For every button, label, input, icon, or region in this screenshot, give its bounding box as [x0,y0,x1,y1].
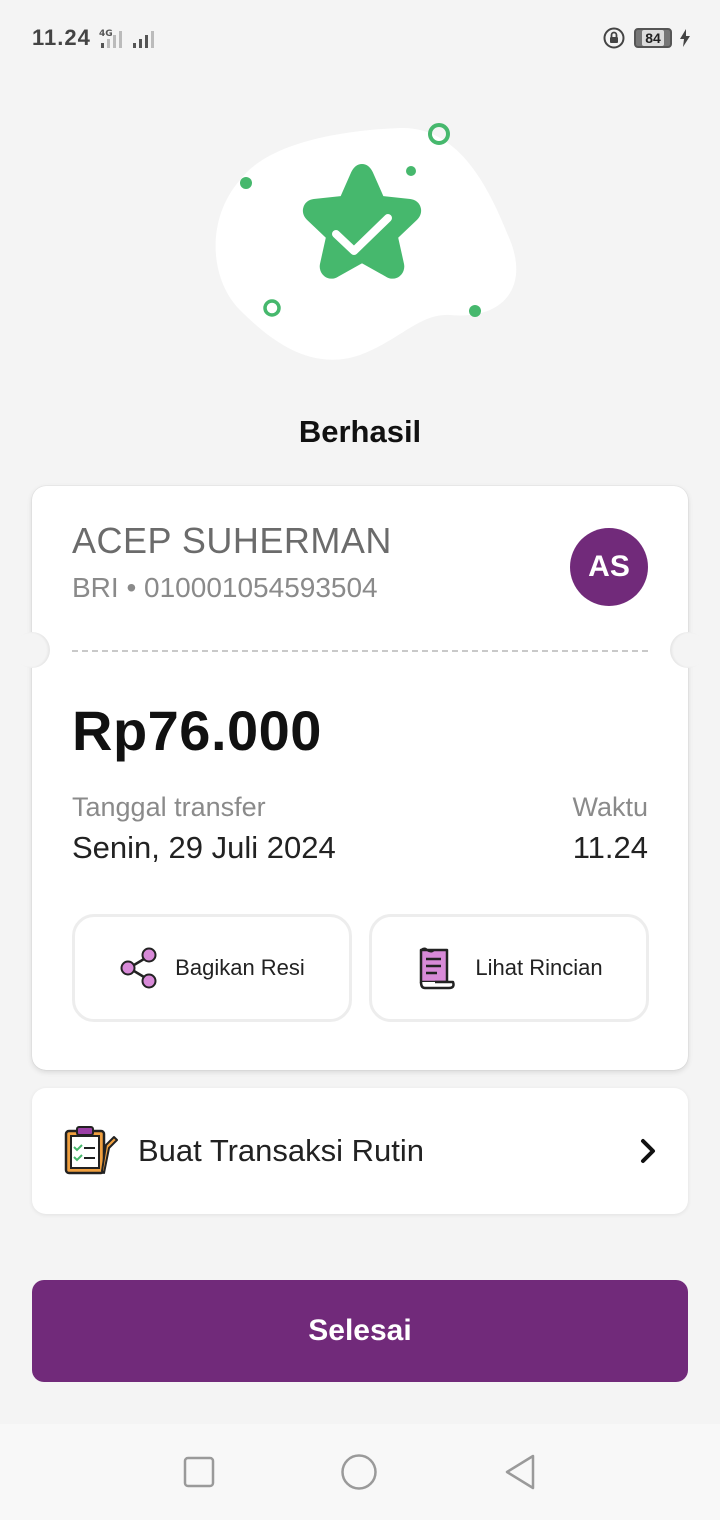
status-right: 84 [602,26,690,50]
receipt-icon [420,947,456,990]
transfer-amount: Rp76.000 [72,699,322,762]
status-left: 11.24 4G [32,25,157,51]
rotation-lock-icon [603,27,625,49]
avatar: AS [570,528,648,606]
share-receipt-label: Bagikan Resi [175,955,305,980]
success-star-illustration [215,123,517,360]
receipt-card: ACEP SUHERMAN BRI • 010001054593504 AS R… [14,486,706,1070]
view-details-label: Lihat Rincian [475,955,603,980]
time-label: Waktu [572,792,648,822]
dashed-divider [72,650,648,652]
recent-apps-button[interactable] [183,1456,215,1488]
routine-transaction-row[interactable]: Buat Transaksi Rutin [32,1088,688,1214]
charging-icon [680,29,690,47]
ticket-notch-left [14,632,50,668]
date-label: Tanggal transfer [72,792,266,822]
battery-level: 84 [642,30,664,46]
navigation-bar [0,1424,720,1520]
decor-dot-right-top [406,166,416,176]
routine-transaction-label: Buat Transaksi Rutin [138,1133,425,1168]
share-receipt-button[interactable]: Bagikan Resi [72,914,352,1022]
date-value: Senin, 29 Juli 2024 [72,830,336,865]
decor-dot-left [240,177,252,189]
ticket-notch-right [670,632,706,668]
network-type-label: 4G [99,29,113,39]
recipient-name: ACEP SUHERMAN [72,520,392,561]
status-bar: 11.24 4G 84 [0,0,720,76]
battery-indicator: 84 [634,28,672,48]
home-button[interactable] [340,1453,378,1491]
time-value: 11.24 [572,830,648,865]
clipboard-icon [64,1126,118,1175]
chevron-right-icon [641,1139,655,1163]
view-details-button[interactable]: Lihat Rincian [369,914,649,1022]
done-button[interactable]: Selesai [32,1280,688,1382]
result-title: Berhasil [298,414,422,449]
recipient-account: BRI • 010001054593504 [72,572,378,603]
decor-dot-bottom-right [469,305,481,317]
status-time: 11.24 [32,25,91,50]
network-signal-icon: 4G [99,29,154,48]
share-icon [120,947,157,989]
back-button[interactable] [503,1453,537,1491]
